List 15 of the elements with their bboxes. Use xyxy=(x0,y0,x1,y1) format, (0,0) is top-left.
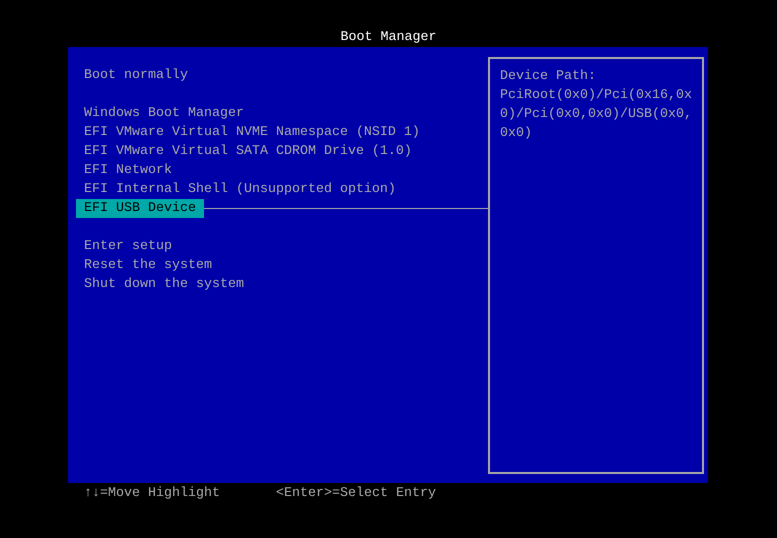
boot-menu-item[interactable]: Boot normally xyxy=(76,66,196,85)
window-title: Boot Manager xyxy=(340,29,436,47)
boot-menu-item[interactable]: EFI Network xyxy=(76,161,180,180)
help-title: Device Path: xyxy=(500,68,597,86)
key-hint: <Enter>=Select Entry xyxy=(276,486,436,501)
key-hint: ↑↓=Move Highlight xyxy=(84,486,220,501)
boot-menu-item[interactable]: Windows Boot Manager xyxy=(76,104,252,123)
boot-menu-item[interactable]: EFI USB Device xyxy=(76,199,204,218)
boot-menu-item[interactable]: Reset the system xyxy=(76,256,220,275)
boot-menu-item[interactable]: EFI VMware Virtual NVME Namespace (NSID 1) xyxy=(76,123,428,142)
boot-menu-item[interactable]: EFI VMware Virtual SATA CDROM Drive (1.0) xyxy=(76,142,420,161)
boot-menu-item[interactable]: Shut down the system xyxy=(76,275,252,294)
boot-menu-item[interactable]: Enter setup xyxy=(76,237,180,256)
boot-menu-item[interactable]: EFI Internal Shell (Unsupported option) xyxy=(76,180,404,199)
device-path-text: PciRoot(0x0)/Pci(0x16,0x0)/Pci(0x0,0x0)/USB(0x0,0x0) xyxy=(500,87,692,143)
